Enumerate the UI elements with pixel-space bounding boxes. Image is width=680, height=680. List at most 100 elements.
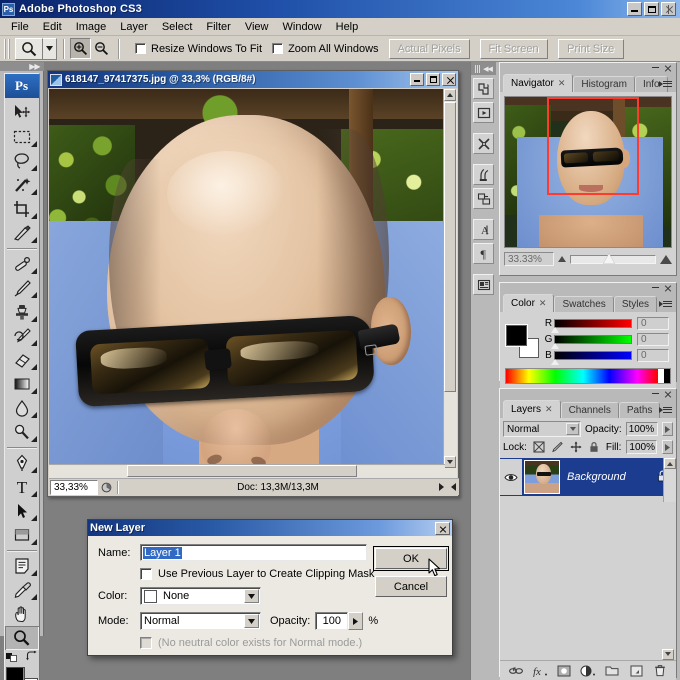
- tab-paths[interactable]: Paths: [618, 402, 661, 418]
- layers-close-icon[interactable]: [664, 390, 672, 398]
- layer-visibility-toggle[interactable]: [500, 459, 522, 495]
- fit-screen-button[interactable]: Fit Screen: [479, 38, 548, 59]
- navigator-zoom-knob[interactable]: [602, 252, 615, 264]
- layer-opacity-dropdown-icon[interactable]: [661, 422, 673, 436]
- actual-pixels-button[interactable]: Actual Pixels: [388, 38, 470, 59]
- tab-swatches[interactable]: Swatches: [554, 296, 614, 312]
- brush-tool[interactable]: [5, 276, 39, 300]
- image-canvas[interactable]: [49, 89, 445, 478]
- rectangular-marquee-tool[interactable]: [5, 125, 39, 149]
- magic-wand-tool[interactable]: [5, 173, 39, 197]
- path-selection-tool[interactable]: [5, 499, 39, 523]
- notes-tool[interactable]: [5, 554, 39, 578]
- layer-name-label[interactable]: Background: [567, 471, 657, 483]
- cancel-button[interactable]: Cancel: [375, 576, 447, 597]
- eraser-tool[interactable]: [5, 348, 39, 372]
- lasso-tool[interactable]: [5, 149, 39, 173]
- crop-tool[interactable]: [5, 197, 39, 221]
- menu-view[interactable]: View: [238, 19, 276, 35]
- tab-navigator[interactable]: Navigator ✕: [503, 74, 574, 92]
- navigator-zoom-slider[interactable]: [570, 252, 656, 264]
- current-tool-zoom-icon[interactable]: [15, 37, 43, 60]
- clone-stamp-tool[interactable]: [5, 300, 39, 324]
- menu-help[interactable]: Help: [329, 19, 366, 35]
- layer-comps-icon[interactable]: [473, 274, 494, 295]
- zoom-out-small-icon[interactable]: [558, 256, 566, 262]
- canvas-horizontal-scrollbar[interactable]: [49, 464, 445, 478]
- window-minimize-button[interactable]: [627, 2, 642, 16]
- layer-mode-dropdown-icon[interactable]: [244, 614, 259, 628]
- navigator-minimize-icon[interactable]: [652, 67, 659, 68]
- menu-select[interactable]: Select: [155, 19, 200, 35]
- blue-value[interactable]: 0: [637, 349, 669, 362]
- green-value[interactable]: 0: [637, 333, 669, 346]
- color-minimize-icon[interactable]: [652, 287, 659, 288]
- tab-layers[interactable]: Layers ✕: [503, 400, 561, 418]
- green-slider-knob[interactable]: [551, 343, 559, 349]
- zoom-in-large-icon[interactable]: [660, 254, 672, 264]
- document-title-bar[interactable]: 618147_97417375.jpg @ 33,3% (RGB/8#): [48, 71, 458, 88]
- slice-tool[interactable]: [5, 221, 39, 245]
- new-layer-icon[interactable]: [627, 663, 645, 679]
- navigator-close-icon[interactable]: [664, 64, 672, 72]
- red-slider-knob[interactable]: [551, 327, 559, 333]
- layer-opacity-field[interactable]: 100%: [625, 422, 658, 436]
- dock-collapse-bar[interactable]: ◀◀: [470, 62, 497, 75]
- adjustment-layer-icon[interactable]: [579, 663, 597, 679]
- layer-mode-select[interactable]: Normal: [140, 612, 261, 630]
- blue-slider[interactable]: [551, 351, 632, 365]
- options-bar-grip[interactable]: [4, 38, 11, 59]
- status-left-arrow[interactable]: [447, 483, 459, 491]
- menu-file[interactable]: File: [4, 19, 36, 35]
- menu-window[interactable]: Window: [276, 19, 329, 35]
- clipping-mask-checkbox[interactable]: [140, 568, 152, 580]
- layer-color-select[interactable]: None: [140, 587, 261, 605]
- document-minimize-button[interactable]: [410, 73, 424, 86]
- actions-panel-icon[interactable]: [473, 102, 494, 123]
- layer-color-dropdown-icon[interactable]: [244, 589, 259, 603]
- gradient-tool[interactable]: [5, 372, 39, 396]
- window-maximize-button[interactable]: [644, 2, 659, 16]
- red-value[interactable]: 0: [637, 317, 669, 330]
- menu-filter[interactable]: Filter: [199, 19, 237, 35]
- resize-windows-checkbox-row[interactable]: Resize Windows To Fit: [135, 43, 262, 55]
- swap-colors-icon[interactable]: [25, 650, 38, 662]
- layer-name-input[interactable]: Layer 1: [140, 544, 367, 561]
- lock-image-pixels-icon[interactable]: [550, 440, 563, 454]
- blue-slider-knob[interactable]: [551, 359, 559, 365]
- new-layer-dialog-title-bar[interactable]: New Layer: [88, 520, 452, 536]
- navigator-thumbnail[interactable]: [504, 96, 672, 248]
- green-slider[interactable]: [551, 335, 632, 349]
- scroll-up-button[interactable]: [444, 89, 456, 101]
- blend-mode-select[interactable]: Normal: [503, 421, 581, 437]
- layer-fill-dropdown-icon[interactable]: [662, 440, 674, 454]
- tab-color[interactable]: Color ✕: [503, 294, 555, 312]
- dodge-tool[interactable]: [5, 420, 39, 444]
- horizontal-type-tool[interactable]: T: [5, 475, 39, 499]
- red-slider[interactable]: [551, 319, 632, 333]
- scroll-down-button[interactable]: [444, 456, 456, 468]
- canvas-vertical-scrollbar[interactable]: [443, 89, 457, 478]
- dialog-opacity-stepper[interactable]: [348, 612, 364, 630]
- navigator-panel-menu-icon[interactable]: [659, 77, 673, 90]
- color-close-icon[interactable]: [664, 284, 672, 292]
- navigator-view-box[interactable]: [547, 97, 639, 195]
- eyedropper-tool[interactable]: [5, 578, 39, 602]
- tab-navigator-close-icon[interactable]: ✕: [558, 78, 566, 89]
- color-panel-foreground-swatch[interactable]: [506, 325, 527, 346]
- tab-channels[interactable]: Channels: [560, 402, 619, 418]
- paragraph-panel-icon[interactable]: ¶: [473, 243, 494, 264]
- layers-minimize-icon[interactable]: [652, 393, 659, 394]
- tab-histogram[interactable]: Histogram: [573, 76, 635, 92]
- blend-mode-dropdown-icon[interactable]: [566, 423, 579, 435]
- layers-scrollbar[interactable]: [663, 458, 676, 502]
- healing-brush-tool[interactable]: [5, 252, 39, 276]
- history-panel-icon[interactable]: [473, 78, 494, 99]
- window-close-button[interactable]: [661, 2, 676, 16]
- tab-styles[interactable]: Styles: [613, 296, 658, 312]
- clone-source-icon[interactable]: [473, 188, 494, 209]
- dialog-opacity-input[interactable]: 100: [315, 612, 349, 630]
- toolbox-expand-icon[interactable]: ▶▶: [29, 62, 40, 71]
- default-colors-icon[interactable]: [5, 651, 19, 662]
- layer-thumbnail[interactable]: [524, 460, 560, 494]
